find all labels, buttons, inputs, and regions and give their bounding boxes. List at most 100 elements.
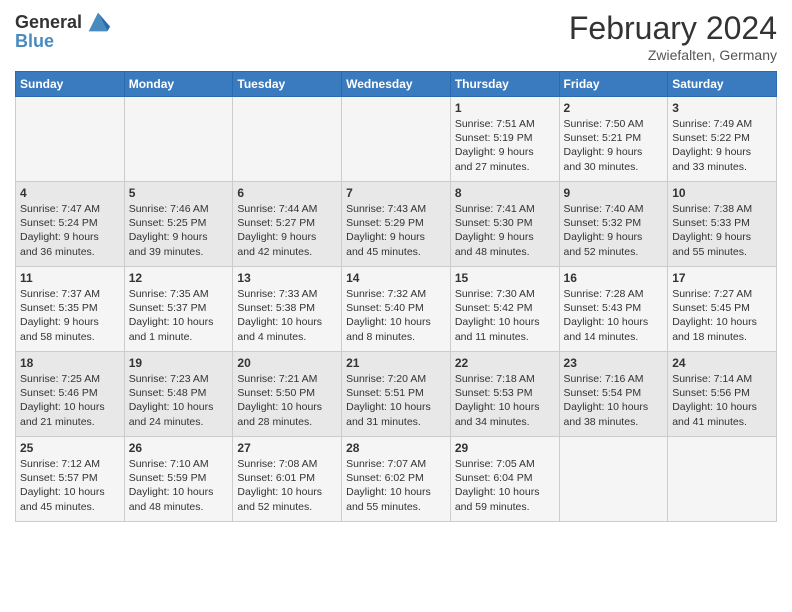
day-number: 25 xyxy=(20,441,120,455)
day-info: Sunrise: 7:51 AMSunset: 5:19 PMDaylight:… xyxy=(455,117,555,174)
day-info: Sunrise: 7:32 AMSunset: 5:40 PMDaylight:… xyxy=(346,287,446,344)
day-cell xyxy=(233,97,342,182)
day-info: Sunrise: 7:44 AMSunset: 5:27 PMDaylight:… xyxy=(237,202,337,259)
day-number: 7 xyxy=(346,186,446,200)
day-number: 18 xyxy=(20,356,120,370)
day-cell: 23Sunrise: 7:16 AMSunset: 5:54 PMDayligh… xyxy=(559,352,668,437)
day-number: 16 xyxy=(564,271,664,285)
day-number: 4 xyxy=(20,186,120,200)
day-cell: 7 Sunrise: 7:43 AMSunset: 5:29 PMDaylight… xyxy=(342,182,451,267)
day-cell: 12 Sunrise: 7:35 AMSunset: 5:37 PMDayligh… xyxy=(124,267,233,352)
day-number: 12 xyxy=(129,271,229,285)
day-cell: 27 Sunrise: 7:08 AMSunset: 6:01 PMDayligh… xyxy=(233,437,342,522)
day-cell: 10 Sunrise: 7:38 AMSunset: 5:33 PMDayligh… xyxy=(668,182,777,267)
day-cell: 28 Sunrise: 7:07 AMSunset: 6:02 PMDayligh… xyxy=(342,437,451,522)
page-header: General Blue February 2024 Zwiefalten, G… xyxy=(15,10,777,63)
day-cell: 19 Sunrise: 7:23 AMSunset: 5:48 PMDayligh… xyxy=(124,352,233,437)
day-cell: 1 Sunrise: 7:51 AMSunset: 5:19 PMDaylight… xyxy=(450,97,559,182)
day-info: Sunrise: 7:40 AMSunset: 5:32 PMDaylight:… xyxy=(564,202,664,259)
weekday-thursday: Thursday xyxy=(450,72,559,97)
day-info: Sunrise: 7:21 AMSunset: 5:50 PMDaylight:… xyxy=(237,372,337,429)
day-number: 3 xyxy=(672,101,772,115)
day-number: 9 xyxy=(564,186,664,200)
day-number: 15 xyxy=(455,271,555,285)
day-cell: 20 Sunrise: 7:21 AMSunset: 5:50 PMDayligh… xyxy=(233,352,342,437)
week-row-1: 1 Sunrise: 7:51 AMSunset: 5:19 PMDaylight… xyxy=(16,97,777,182)
day-cell: 24Sunrise: 7:14 AMSunset: 5:56 PMDayligh… xyxy=(668,352,777,437)
day-cell xyxy=(124,97,233,182)
day-info: Sunrise: 7:50 AMSunset: 5:21 PMDaylight:… xyxy=(564,117,664,174)
day-cell xyxy=(668,437,777,522)
day-info: Sunrise: 7:08 AMSunset: 6:01 PMDaylight:… xyxy=(237,457,337,514)
day-cell: 2 Sunrise: 7:50 AMSunset: 5:21 PMDaylight… xyxy=(559,97,668,182)
day-number: 26 xyxy=(129,441,229,455)
weekday-monday: Monday xyxy=(124,72,233,97)
day-number: 1 xyxy=(455,101,555,115)
day-number: 6 xyxy=(237,186,337,200)
weekday-sunday: Sunday xyxy=(16,72,125,97)
day-number: 10 xyxy=(672,186,772,200)
day-info: Sunrise: 7:30 AMSunset: 5:42 PMDaylight:… xyxy=(455,287,555,344)
day-number: 19 xyxy=(129,356,229,370)
day-cell: 17Sunrise: 7:27 AMSunset: 5:45 PMDayligh… xyxy=(668,267,777,352)
location: Zwiefalten, Germany xyxy=(569,47,777,63)
day-cell: 5 Sunrise: 7:46 AMSunset: 5:25 PMDaylight… xyxy=(124,182,233,267)
weekday-saturday: Saturday xyxy=(668,72,777,97)
day-info: Sunrise: 7:18 AMSunset: 5:53 PMDaylight:… xyxy=(455,372,555,429)
day-info: Sunrise: 7:25 AMSunset: 5:46 PMDaylight:… xyxy=(20,372,120,429)
day-info: Sunrise: 7:49 AMSunset: 5:22 PMDaylight:… xyxy=(672,117,772,174)
day-info: Sunrise: 7:14 AMSunset: 5:56 PMDaylight:… xyxy=(672,372,772,429)
day-number: 8 xyxy=(455,186,555,200)
weekday-wednesday: Wednesday xyxy=(342,72,451,97)
logo: General Blue xyxy=(15,10,112,52)
day-number: 21 xyxy=(346,356,446,370)
day-number: 22 xyxy=(455,356,555,370)
day-cell: 18 Sunrise: 7:25 AMSunset: 5:46 PMDayligh… xyxy=(16,352,125,437)
day-number: 27 xyxy=(237,441,337,455)
day-info: Sunrise: 7:33 AMSunset: 5:38 PMDaylight:… xyxy=(237,287,337,344)
day-cell: 16 Sunrise: 7:28 AMSunset: 5:43 PMDayligh… xyxy=(559,267,668,352)
day-cell xyxy=(342,97,451,182)
day-cell: 29Sunrise: 7:05 AMSunset: 6:04 PMDayligh… xyxy=(450,437,559,522)
logo-blue-text: Blue xyxy=(15,32,54,52)
day-info: Sunrise: 7:23 AMSunset: 5:48 PMDaylight:… xyxy=(129,372,229,429)
day-cell: 6 Sunrise: 7:44 AMSunset: 5:27 PMDaylight… xyxy=(233,182,342,267)
day-info: Sunrise: 7:28 AMSunset: 5:43 PMDaylight:… xyxy=(564,287,664,344)
weekday-tuesday: Tuesday xyxy=(233,72,342,97)
day-info: Sunrise: 7:05 AMSunset: 6:04 PMDaylight:… xyxy=(455,457,555,514)
day-info: Sunrise: 7:38 AMSunset: 5:33 PMDaylight:… xyxy=(672,202,772,259)
day-cell: 15 Sunrise: 7:30 AMSunset: 5:42 PMDayligh… xyxy=(450,267,559,352)
day-info: Sunrise: 7:46 AMSunset: 5:25 PMDaylight:… xyxy=(129,202,229,259)
day-cell: 3 Sunrise: 7:49 AMSunset: 5:22 PMDaylight… xyxy=(668,97,777,182)
week-row-3: 11 Sunrise: 7:37 AMSunset: 5:35 PMDayligh… xyxy=(16,267,777,352)
day-info: Sunrise: 7:37 AMSunset: 5:35 PMDaylight:… xyxy=(20,287,120,344)
weekday-header-row: SundayMondayTuesdayWednesdayThursdayFrid… xyxy=(16,72,777,97)
day-cell: 25Sunrise: 7:12 AMSunset: 5:57 PMDayligh… xyxy=(16,437,125,522)
day-number: 17 xyxy=(672,271,772,285)
week-row-5: 25Sunrise: 7:12 AMSunset: 5:57 PMDayligh… xyxy=(16,437,777,522)
logo-icon xyxy=(84,8,112,36)
day-number: 2 xyxy=(564,101,664,115)
day-cell: 9 Sunrise: 7:40 AMSunset: 5:32 PMDaylight… xyxy=(559,182,668,267)
day-number: 13 xyxy=(237,271,337,285)
month-title: February 2024 xyxy=(569,10,777,47)
day-cell: 13 Sunrise: 7:33 AMSunset: 5:38 PMDayligh… xyxy=(233,267,342,352)
logo-text: General xyxy=(15,13,82,33)
day-number: 5 xyxy=(129,186,229,200)
day-cell: 22 Sunrise: 7:18 AMSunset: 5:53 PMDayligh… xyxy=(450,352,559,437)
day-cell: 8Sunrise: 7:41 AMSunset: 5:30 PMDaylight… xyxy=(450,182,559,267)
day-info: Sunrise: 7:07 AMSunset: 6:02 PMDaylight:… xyxy=(346,457,446,514)
day-info: Sunrise: 7:10 AMSunset: 5:59 PMDaylight:… xyxy=(129,457,229,514)
day-number: 14 xyxy=(346,271,446,285)
day-cell: 14 Sunrise: 7:32 AMSunset: 5:40 PMDayligh… xyxy=(342,267,451,352)
day-number: 11 xyxy=(20,271,120,285)
day-number: 28 xyxy=(346,441,446,455)
weekday-friday: Friday xyxy=(559,72,668,97)
day-info: Sunrise: 7:43 AMSunset: 5:29 PMDaylight:… xyxy=(346,202,446,259)
day-cell: 21 Sunrise: 7:20 AMSunset: 5:51 PMDayligh… xyxy=(342,352,451,437)
day-info: Sunrise: 7:35 AMSunset: 5:37 PMDaylight:… xyxy=(129,287,229,344)
calendar-table: SundayMondayTuesdayWednesdayThursdayFrid… xyxy=(15,71,777,522)
day-info: Sunrise: 7:16 AMSunset: 5:54 PMDaylight:… xyxy=(564,372,664,429)
day-number: 20 xyxy=(237,356,337,370)
day-info: Sunrise: 7:20 AMSunset: 5:51 PMDaylight:… xyxy=(346,372,446,429)
